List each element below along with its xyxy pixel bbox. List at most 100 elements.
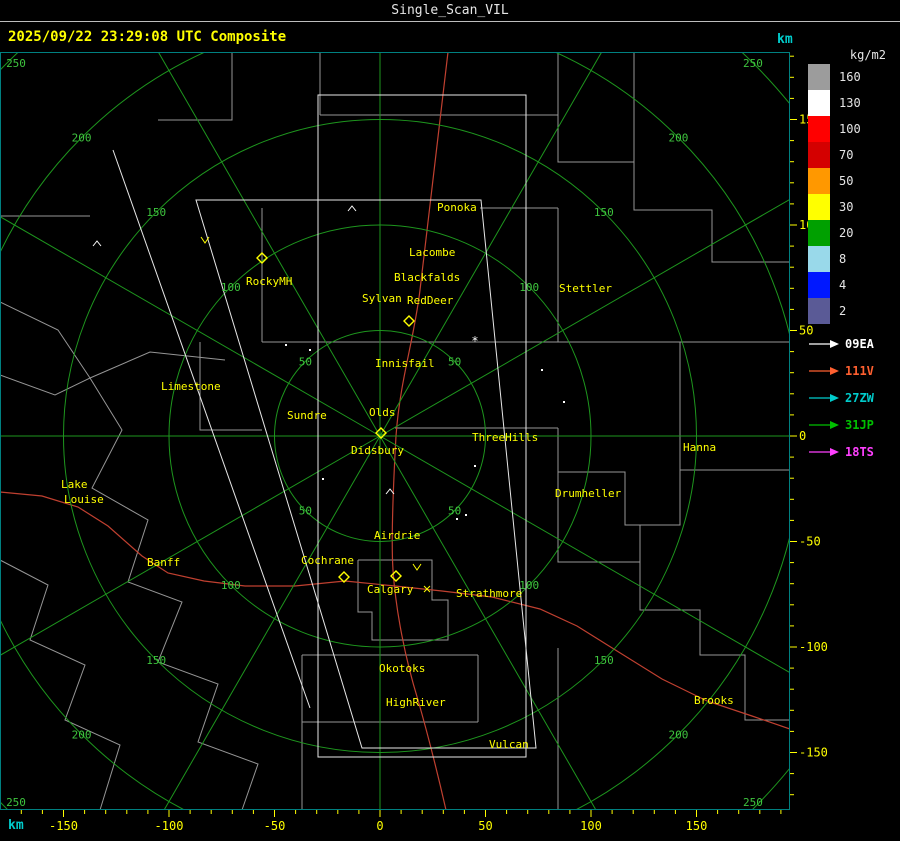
scale-value: 4 bbox=[839, 278, 847, 292]
scale-row: 100 bbox=[808, 116, 898, 142]
y-tick-label: -100 bbox=[799, 640, 828, 654]
x-tick-label: 0 bbox=[376, 819, 383, 833]
radar-site-marker bbox=[390, 570, 402, 582]
scale-row: 50 bbox=[808, 168, 898, 194]
x-tick-label: 150 bbox=[686, 819, 708, 833]
city-label: RedDeer bbox=[407, 294, 454, 307]
scan-area-outline bbox=[112, 149, 311, 709]
grid-spoke bbox=[163, 435, 381, 810]
radar-row: 31JP bbox=[808, 411, 898, 438]
range-ring-label: 100 bbox=[519, 579, 539, 592]
scale-row: 130 bbox=[808, 90, 898, 116]
radar-display[interactable]: 50 5050 50100 100100 100150 150150 150200 20020… bbox=[0, 0, 900, 841]
scale-value: 50 bbox=[839, 174, 854, 188]
city-label: Olds bbox=[369, 406, 396, 419]
city-label: Innisfail bbox=[375, 357, 435, 370]
range-ring-label: 250 bbox=[743, 796, 763, 809]
scale-row: 160 bbox=[808, 64, 898, 90]
y-tick-label: 0 bbox=[799, 429, 806, 443]
range-ring-label: 50 bbox=[448, 355, 461, 368]
scale-row: 4 bbox=[808, 272, 898, 298]
radar-row: 111V bbox=[808, 357, 898, 384]
radar-arrow-icon bbox=[809, 447, 839, 456]
vee-marker bbox=[412, 563, 422, 571]
scale-swatch bbox=[808, 220, 830, 246]
city-label: Okotoks bbox=[379, 662, 425, 675]
county-boundary bbox=[357, 559, 449, 641]
point-marker bbox=[285, 344, 287, 346]
scale-value: 160 bbox=[839, 70, 861, 84]
scale-row: 2 bbox=[808, 298, 898, 324]
range-ring-label: 200 bbox=[668, 728, 688, 741]
scale-value: 130 bbox=[839, 96, 861, 110]
range-ring-label: 100 bbox=[221, 281, 241, 294]
range-ring-label: 50 bbox=[448, 505, 461, 518]
y-tick-label: -150 bbox=[799, 746, 828, 760]
radar-row: 27ZW bbox=[808, 384, 898, 411]
scale-swatch bbox=[808, 168, 830, 194]
city-label: Calgary bbox=[367, 583, 414, 596]
range-ring-label: 50 bbox=[299, 505, 312, 518]
scale-value: 2 bbox=[839, 304, 847, 318]
radar-window: Single_Scan_VIL 2025/09/22 23:29:08 UTC … bbox=[0, 0, 900, 841]
city-label: Vulcan bbox=[489, 738, 529, 751]
legend-panel: kg/m2 160 130 100 70 50 30 20 8 4 2 09EA 111V 27ZW 3… bbox=[808, 48, 898, 465]
county-boundary bbox=[557, 428, 681, 526]
x-tick-label: 50 bbox=[478, 819, 492, 833]
range-ring-label: 150 bbox=[594, 206, 614, 219]
scale-value: 100 bbox=[839, 122, 861, 136]
caret-marker bbox=[347, 205, 357, 212]
county-boundary bbox=[557, 472, 640, 563]
radar-arrow-icon bbox=[809, 420, 839, 429]
city-label: Louise bbox=[64, 493, 104, 506]
radar-id: 09EA bbox=[845, 336, 874, 351]
x-tick-label: -100 bbox=[155, 819, 184, 833]
range-ring-label: 200 bbox=[72, 132, 92, 145]
radar-list: 09EA 111V 27ZW 31JP 18TS bbox=[808, 330, 898, 465]
city-label: Didsbury bbox=[351, 444, 404, 457]
caret-marker bbox=[92, 240, 102, 247]
city-label: Brooks bbox=[694, 694, 734, 707]
city-label: Lake bbox=[61, 478, 88, 491]
scale-value: 8 bbox=[839, 252, 847, 266]
city-label: Ponoka bbox=[437, 201, 477, 214]
city-label: Limestone bbox=[161, 380, 221, 393]
scale-swatch bbox=[808, 194, 830, 220]
point-marker bbox=[563, 401, 565, 403]
city-label: ThreeHills bbox=[472, 431, 538, 444]
point-marker bbox=[456, 518, 458, 520]
city-label: Strathmore bbox=[456, 587, 522, 600]
point-marker bbox=[541, 369, 543, 371]
scale-swatch bbox=[808, 64, 830, 90]
radar-row: 18TS bbox=[808, 438, 898, 465]
city-label: Hanna bbox=[683, 441, 716, 454]
color-scale: 160 130 100 70 50 30 20 8 4 2 bbox=[808, 64, 898, 324]
radar-id: 18TS bbox=[845, 444, 874, 459]
range-ring-label: 200 bbox=[668, 132, 688, 145]
radar-id: 111V bbox=[845, 363, 874, 378]
point-marker bbox=[474, 465, 476, 467]
scan-area-outline bbox=[317, 94, 527, 758]
city-label: Sundre bbox=[287, 409, 327, 422]
city-label: Blackfalds bbox=[394, 271, 460, 284]
county-boundary bbox=[89, 351, 226, 379]
scale-value: 20 bbox=[839, 226, 854, 240]
grid-spoke bbox=[157, 52, 381, 437]
radar-id: 27ZW bbox=[845, 390, 874, 405]
range-ring-label: 250 bbox=[6, 57, 26, 70]
scale-swatch bbox=[808, 298, 830, 324]
county-boundary bbox=[158, 52, 233, 121]
radar-arrow-icon bbox=[809, 366, 839, 375]
county-boundary bbox=[0, 374, 259, 810]
city-label: Banff bbox=[147, 556, 180, 569]
point-marker bbox=[465, 514, 467, 516]
point-marker bbox=[309, 349, 311, 351]
point-marker bbox=[322, 478, 324, 480]
scale-row: 70 bbox=[808, 142, 898, 168]
radar-arrow-icon bbox=[809, 393, 839, 402]
city-label: HighRiver bbox=[386, 696, 446, 709]
scale-swatch bbox=[808, 272, 830, 298]
city-label: RockyMH bbox=[246, 275, 292, 288]
range-ring-label: 150 bbox=[594, 654, 614, 667]
city-label: Airdrie bbox=[374, 529, 420, 542]
